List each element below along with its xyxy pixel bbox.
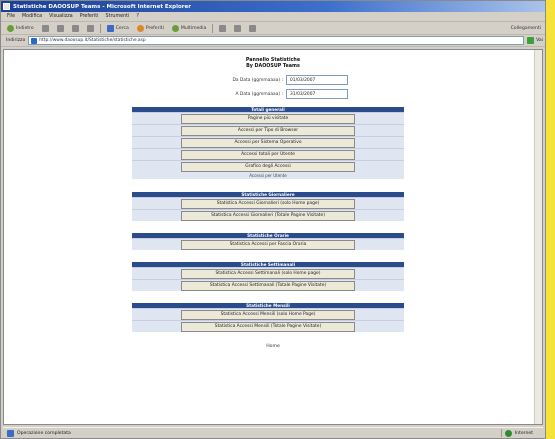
print-icon — [249, 24, 257, 32]
stat-button[interactable]: Statistica Accessi Giornalieri (solo Hom… — [181, 198, 355, 209]
section-row: Statistica Accessi Settimanali (Totale P… — [132, 279, 404, 291]
stat-button[interactable]: Accessi per Sistema Operativo — [181, 137, 355, 148]
mail-icon — [234, 24, 242, 32]
date-to-label: A Data (ggmmaaaa) : — [235, 91, 283, 97]
status-text: Operazione completata — [17, 430, 71, 436]
forward-button[interactable] — [40, 23, 51, 33]
favorites-star-icon — [136, 24, 144, 32]
menu-tools[interactable]: Strumenti — [106, 14, 130, 19]
address-url: http://www.daoosup.it/Statistiche/statis… — [39, 38, 146, 43]
section-row: Accessi totali per Utente — [132, 148, 404, 160]
history-icon — [219, 24, 227, 32]
section-row: Statistica Accessi Giornalieri (solo Hom… — [132, 197, 404, 209]
refresh-button[interactable] — [70, 23, 81, 33]
window-title: Statistiche DAOOSUP Teams - Microsoft In… — [13, 3, 191, 10]
go-arrow-icon — [527, 37, 535, 44]
section-row: Accessi per Sistema Operativo — [132, 136, 404, 148]
media-button[interactable]: Multimedia — [170, 23, 209, 33]
print-button[interactable] — [247, 23, 258, 33]
history-button[interactable] — [217, 23, 228, 33]
internet-globe-icon — [504, 429, 512, 437]
stat-button[interactable]: Grafico degli Accessi — [181, 161, 355, 172]
stat-button[interactable]: Statistica Accessi Settimanali (Totale P… — [181, 280, 355, 291]
forward-arrow-icon — [41, 24, 49, 32]
section-row: Statistica Accessi Mensili (solo Home Pa… — [132, 308, 404, 320]
toolbar-separator — [212, 23, 214, 33]
date-to-row: A Data (ggmmaaaa) : 31/03/2007 — [214, 89, 349, 99]
section-row: Accessi per Tipo di Browser — [132, 124, 404, 136]
section-row: Grafico degli Accessi — [132, 160, 404, 172]
media-label: Multimedia — [180, 25, 207, 31]
stop-icon — [56, 24, 64, 32]
address-input[interactable]: http://www.daoosup.it/Statistiche/statis… — [28, 36, 525, 45]
security-zone: Internet — [500, 429, 533, 437]
section-row: Statistica Accessi Mensili (Totale Pagin… — [132, 320, 404, 332]
page-icon — [31, 37, 38, 44]
date-from-label: Da Data (ggmmaaaa) : — [232, 77, 283, 83]
address-bar: Indirizzo http://www.daoosup.it/Statisti… — [1, 35, 545, 47]
page-title: Pannello Statistiche By DAOOSUP Teams — [4, 58, 542, 70]
vertical-scrollbar[interactable] — [534, 50, 542, 424]
search-button[interactable]: Cerca — [105, 23, 131, 33]
page-content: Pannello Statistiche By DAOOSUP Teams Da… — [3, 49, 543, 425]
stat-button[interactable]: Statistica Accessi Settimanali (solo Hom… — [181, 268, 355, 279]
back-button[interactable]: Indietro — [5, 23, 36, 33]
favorites-button[interactable]: Preferiti — [135, 23, 166, 33]
browser-window: Statistiche DAOOSUP Teams - Microsoft In… — [0, 0, 546, 439]
section-orarie: Statistiche Orarie Statistica Accessi pe… — [132, 233, 404, 250]
home-button[interactable] — [85, 23, 96, 33]
section-row: Statistica Accessi Giornalieri (Totale P… — [132, 209, 404, 221]
refresh-icon — [71, 24, 79, 32]
toolbar: Indietro Cerca Preferiti Multimedia Coll… — [1, 22, 545, 35]
page-done-icon — [7, 429, 14, 437]
stat-button[interactable]: Statistica Accessi Giornalieri (Totale P… — [181, 210, 355, 221]
stop-button[interactable] — [55, 23, 66, 33]
stat-button[interactable]: Accessi per Tipo di Browser — [181, 125, 355, 136]
menu-file[interactable]: File — [7, 14, 15, 19]
status-divider — [500, 429, 502, 437]
mail-button[interactable] — [232, 23, 243, 33]
stat-button[interactable]: Statistica Accessi Mensili (Totale Pagin… — [181, 321, 355, 332]
title-bar: Statistiche DAOOSUP Teams - Microsoft In… — [1, 1, 545, 12]
section-totali-generali: Totali generali Pagine più visitate Acce… — [132, 107, 404, 179]
menu-view[interactable]: Visualizza — [49, 14, 73, 19]
menu-edit[interactable]: Modifica — [22, 14, 42, 19]
stat-button[interactable]: Accessi totali per Utente — [181, 149, 355, 160]
links-label[interactable]: Collegamenti — [511, 26, 541, 31]
section-row: Statistica Accessi per Fascia Oraria — [132, 238, 404, 250]
search-icon — [106, 24, 114, 32]
section-giornaliere: Statistiche Giornaliere Statistica Acces… — [132, 192, 404, 221]
status-bar: Operazione completata Internet — [3, 427, 543, 438]
menu-help[interactable]: ? — [136, 14, 139, 19]
favorites-label: Preferiti — [145, 25, 164, 31]
go-button[interactable]: Vai — [527, 37, 543, 44]
date-from-row: Da Data (ggmmaaaa) : 01/03/2007 — [214, 75, 349, 85]
menu-favorites[interactable]: Preferiti — [80, 14, 99, 19]
home-link[interactable]: Home — [4, 344, 542, 349]
section-row: Pagine più visitate — [132, 112, 404, 124]
search-label: Cerca — [115, 25, 129, 31]
back-label: Indietro — [16, 25, 34, 31]
toolbar-separator — [99, 23, 101, 33]
stat-button[interactable]: Statistica Accessi per Fascia Oraria — [181, 239, 355, 250]
back-arrow-icon — [7, 24, 14, 32]
section-mensili: Statistiche Mensili Statistica Accessi M… — [132, 303, 404, 332]
ie-icon — [3, 3, 10, 10]
address-label: Indirizzo — [6, 38, 26, 43]
menu-bar: File Modifica Visualizza Preferiti Strum… — [1, 12, 545, 22]
home-icon — [86, 24, 94, 32]
section-settimanali: Statistiche Settimanali Statistica Acces… — [132, 262, 404, 291]
stat-button[interactable]: Statistica Accessi Mensili (solo Home Pa… — [181, 309, 355, 320]
section-row: Statistica Accessi Settimanali (solo Hom… — [132, 267, 404, 279]
zone-label: Internet — [514, 430, 533, 436]
date-from-input[interactable]: 01/03/2007 — [286, 75, 348, 85]
section-note[interactable]: Accessi per Utente — [132, 172, 404, 179]
media-icon — [171, 24, 179, 32]
date-to-input[interactable]: 31/03/2007 — [286, 89, 348, 99]
stat-button[interactable]: Pagine più visitate — [181, 113, 355, 124]
go-label: Vai — [536, 38, 543, 43]
page-title-line2: By DAOOSUP Teams — [246, 64, 300, 69]
